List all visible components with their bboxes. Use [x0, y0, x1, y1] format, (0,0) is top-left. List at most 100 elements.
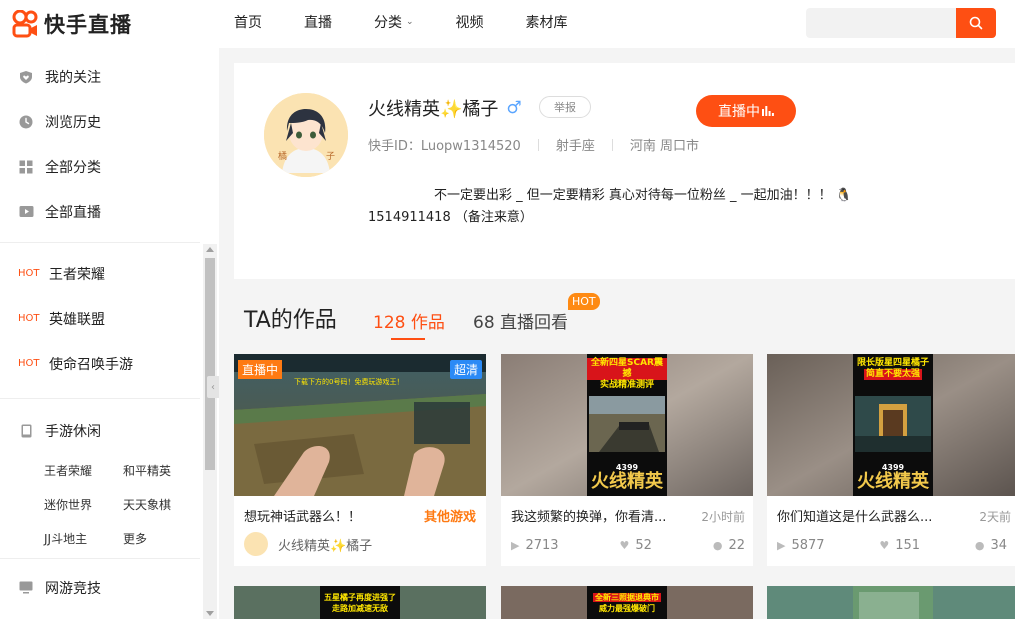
video-icon [18, 204, 34, 220]
play-count-value: 5877 [791, 538, 825, 553]
tab-works[interactable]: 128 作品 [373, 308, 445, 333]
chevron-left-icon: ‹ [211, 381, 215, 393]
nav-category[interactable]: 分类 ⌄ [374, 12, 414, 32]
sidebar-group-pc-games[interactable]: 网游竞技 [0, 565, 200, 610]
sidebar-item-label: 全部直播 [45, 204, 101, 221]
video-thumbnail[interactable]: 下载下方的0号码！免费玩游戏王！ 直播中 超清 [234, 354, 486, 496]
video-card[interactable] [767, 586, 1015, 619]
hd-quality-tag: 超清 [449, 360, 482, 379]
video-card[interactable]: 全新三照据退典市 威力最强爆破门 [501, 586, 753, 619]
heart-shield-icon [18, 69, 34, 85]
poster-line-2: 实战精准测评 [599, 380, 654, 390]
poster-line-1: 全新四星SCAR震撼 [587, 358, 667, 380]
sidebar-item-label: 我的关注 [45, 69, 101, 86]
svg-text:子: 子 [326, 151, 335, 162]
sidebar-divider [0, 242, 200, 243]
sidebar-item-all-categories[interactable]: 全部分类 [0, 144, 200, 189]
video-thumbnail[interactable] [767, 586, 1015, 619]
avatar[interactable]: 橘 子 [264, 93, 348, 177]
sidebar-sub-item[interactable]: 更多 [123, 530, 147, 547]
scroll-down-arrow-icon[interactable] [206, 611, 214, 616]
poster-brand: 4399 火线精英 [587, 464, 667, 492]
meta-separator [611, 138, 613, 151]
play-count-value: 2713 [525, 538, 559, 553]
logo[interactable]: 快手直播 [12, 9, 132, 39]
profile-bio: 不一定要出彩 _ 但一定要精彩 真心对待每一位粉丝 _ 一起加油！！！ 🐧 15… [368, 185, 928, 229]
video-thumbnail[interactable]: 全新四星SCAR震撼 实战精准测评 4399 火线精英 [501, 354, 753, 496]
profile-location: 河南 周口市 [629, 139, 699, 154]
hot-tag: HOT [18, 268, 40, 279]
tab-live-replay[interactable]: 68 直播回看 [473, 308, 568, 333]
sidebar-item-label: 网游竞技 [45, 580, 101, 597]
scroll-up-arrow-icon[interactable] [206, 247, 214, 252]
sidebar-sub-item[interactable]: 王者荣耀 [44, 462, 92, 479]
search-button[interactable] [956, 8, 996, 38]
search-input[interactable] [806, 8, 956, 38]
sidebar-item-label: 浏览历史 [45, 114, 101, 131]
author-name: 火线精英✨橘子 [278, 538, 373, 554]
phone-icon [18, 423, 34, 439]
sidebar-hot-item-codm[interactable]: HOT 使命召唤手游 [0, 341, 200, 386]
nav-video[interactable]: 视频 [456, 12, 484, 32]
video-title[interactable]: 我这频繁的换弹，你看清... [511, 506, 666, 525]
top-header: 快手直播 首页 直播 分类 ⌄ 视频 素材库 [0, 0, 1015, 48]
profile-constellation: 射手座 [555, 139, 595, 154]
sidebar-item-all-live[interactable]: 全部直播 [0, 189, 200, 234]
avatar [244, 532, 268, 556]
sidebar-item-label: 王者荣耀 [49, 266, 105, 283]
video-card[interactable]: 限长版星四星橘子 简直不要太强 4399 火线精英 你们知道这是什么武器么...… [767, 354, 1015, 566]
poster-brand-text: 火线精英 [857, 471, 929, 492]
sidebar-sub-item[interactable]: 和平精英 [123, 462, 171, 479]
sidebar-hot-item-honor[interactable]: HOT 王者荣耀 [0, 251, 200, 296]
video-thumbnail[interactable]: 限长版星四星橘子 简直不要太强 4399 火线精英 [767, 354, 1015, 496]
profile-name-text: 火线精英✨橘子 [368, 99, 499, 120]
poster-line-2: 走路加减速无敌 [332, 604, 388, 613]
video-title[interactable]: 你们知道这是什么武器么... [777, 506, 932, 525]
scroll-thumb[interactable] [205, 258, 215, 470]
video-category[interactable]: 其他游戏 [424, 506, 476, 525]
sidebar-sub-item[interactable]: 天天象棋 [123, 496, 171, 513]
sidebar-item-follow[interactable]: 我的关注 [0, 54, 200, 99]
sidebar-item-history[interactable]: 浏览历史 [0, 99, 200, 144]
poster-caption: 全新四星SCAR震撼 实战精准测评 [587, 358, 667, 391]
sidebar-collapse-button[interactable]: ‹ [207, 376, 219, 398]
play-icon: ▶ [511, 539, 520, 552]
live-status-tag: 直播中 [238, 360, 283, 379]
poster-line-1: 全新三照据退典市 [593, 593, 661, 602]
video-card[interactable]: 五星橘子再度进强了 走路加减速无敌 [234, 586, 486, 619]
comment-count: ● 34 [975, 538, 1007, 553]
like-count: ♥ 151 [879, 538, 920, 553]
search-box [806, 8, 996, 38]
bio-line-1: 不一定要出彩 _ 但一定要精彩 真心对待每一位粉丝 _ 一起加油！！！ 🐧 [434, 188, 852, 203]
works-title: TA的作品 [244, 308, 337, 333]
svg-text:橘: 橘 [278, 151, 287, 162]
hot-tag: HOT [18, 358, 40, 369]
video-title[interactable]: 想玩神话武器么！！ [244, 506, 361, 525]
video-card[interactable]: 全新四星SCAR震撼 实战精准测评 4399 火线精英 我这频繁的换弹，你看清.… [501, 354, 753, 566]
video-stats: ▶ 2713 ♥ 52 ● 22 [511, 538, 745, 553]
poster-line-2: 威力最强爆破门 [599, 604, 655, 613]
video-card[interactable]: 下载下方的0号码！免费玩游戏王！ 直播中 超清 想玩神话武器么！！ 其他游戏 火… [234, 354, 486, 566]
nav-live[interactable]: 直播 [304, 12, 332, 32]
sidebar-sub-item[interactable]: JJ斗地主 [44, 530, 87, 547]
sidebar-hot-item-lol[interactable]: HOT 英雄联盟 [0, 296, 200, 341]
sidebar-group-mobile-casual[interactable]: 手游休闲 [0, 408, 200, 453]
sidebar-item-label: 全部分类 [45, 159, 101, 176]
hot-badge: HOT [568, 293, 600, 310]
nav-home[interactable]: 首页 [234, 12, 262, 32]
chevron-down-icon: ⌄ [406, 17, 414, 27]
comment-icon: ● [712, 539, 723, 552]
nav-material[interactable]: 素材库 [526, 12, 568, 32]
sidebar-scrollbar[interactable] [203, 244, 217, 619]
main-nav: 首页 直播 分类 ⌄ 视频 素材库 [234, 0, 610, 44]
report-button[interactable]: 举报 [539, 96, 591, 118]
live-now-button[interactable]: 直播中 [696, 95, 796, 127]
svg-text:下载下方的0号码！免费玩游戏王！: 下载下方的0号码！免费玩游戏王！ [294, 377, 403, 386]
poster-caption: 全新三照据退典市 威力最强爆破门 [587, 592, 667, 614]
video-stats: ▶ 5877 ♥ 151 ● 34 [777, 538, 1007, 553]
video-author[interactable]: 火线精英✨橘子 [244, 532, 372, 556]
sidebar-sub-item[interactable]: 迷你世界 [44, 496, 92, 513]
meta-separator [537, 138, 539, 151]
heart-icon: ♥ [879, 539, 890, 552]
sidebar-divider [0, 398, 200, 399]
